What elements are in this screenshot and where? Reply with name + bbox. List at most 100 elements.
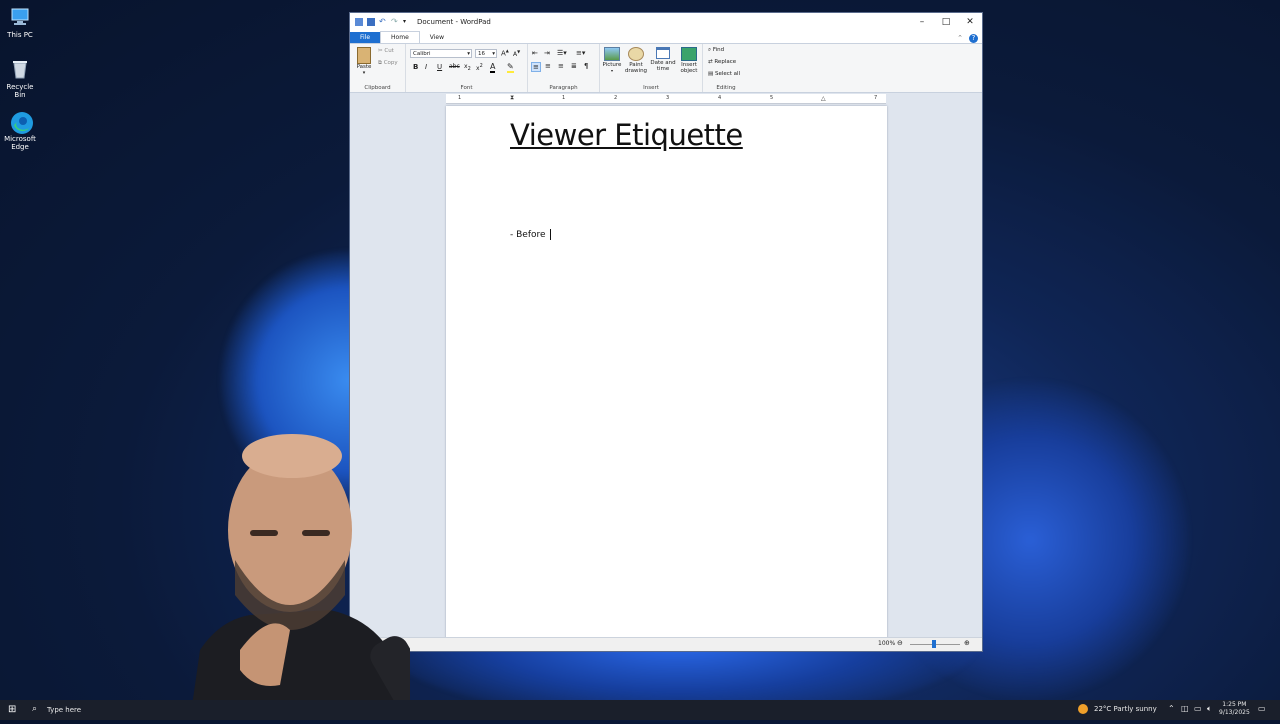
ruler-number: 7	[874, 95, 878, 101]
notification-icon[interactable]: ▭	[1258, 704, 1266, 713]
paint-drawing-button[interactable]: Paint drawing	[624, 47, 648, 74]
computer-icon	[9, 6, 31, 28]
align-left-button[interactable]: ≡	[531, 62, 541, 72]
collapse-ribbon-icon[interactable]: ⌃	[957, 34, 963, 43]
cut-button[interactable]: ✂ Cut	[378, 48, 394, 54]
right-indent-marker[interactable]: △	[821, 95, 826, 102]
shrink-font-button[interactable]: A▼	[513, 49, 520, 58]
replace-button[interactable]: ⇄ Replace	[708, 59, 736, 65]
select-all-button[interactable]: ▤ Select all	[708, 71, 740, 77]
ruler-number: 1	[458, 95, 462, 101]
title-bar: ↶ ↷ ▾ Document - WordPad – □ ✕	[350, 13, 982, 31]
binoculars-icon: ⌕	[708, 47, 712, 53]
desktop-icon-label: Microsoft Edge	[4, 135, 36, 151]
tab-view[interactable]: View	[420, 32, 454, 43]
subscript-button[interactable]: x2	[464, 63, 471, 72]
picture-button[interactable]: Picture ▾	[602, 47, 622, 73]
decrease-indent-button[interactable]: ⇤	[532, 49, 538, 57]
indent-marker[interactable]: ⧗	[510, 94, 514, 102]
close-button[interactable]: ✕	[958, 17, 982, 27]
align-right-button[interactable]: ≡	[558, 62, 564, 70]
tray-chevron-icon[interactable]: ⌃	[1168, 704, 1175, 713]
find-label: Find	[712, 47, 725, 53]
font-color-button[interactable]: A	[490, 62, 496, 73]
wordpad-app-icon	[355, 18, 363, 26]
clipboard-group: Paste ▾ ✂ Cut ⧉ Copy Clipboard	[350, 44, 406, 92]
zoom-in-button[interactable]: ⊕	[964, 639, 970, 647]
justify-button[interactable]: ≣	[571, 62, 577, 70]
bold-button[interactable]: B	[413, 63, 418, 71]
group-label: Insert	[643, 85, 659, 91]
desktop-icon-recycle-bin[interactable]: Recycle Bin	[2, 58, 38, 99]
redo-icon[interactable]: ↷	[391, 18, 399, 26]
paste-icon	[357, 47, 371, 64]
font-size-select[interactable]: 16 ▾	[475, 49, 497, 58]
font-family-select[interactable]: Calibri ▾	[410, 49, 472, 58]
calendar-icon	[656, 47, 670, 59]
ribbon-tabs: File Home View ⌃ ?	[350, 31, 982, 43]
date-time-button[interactable]: Date and time	[650, 47, 676, 72]
group-label: Editing	[716, 85, 736, 91]
desktop-icon-edge[interactable]: Microsoft Edge	[2, 110, 38, 151]
start-icon[interactable]: ⊞	[8, 704, 16, 715]
clock-time: 1:25 PM	[1222, 701, 1247, 708]
align-center-button[interactable]: ≡	[545, 62, 551, 70]
desktop-icon-label: Recycle Bin	[6, 83, 34, 99]
italic-button[interactable]: I	[425, 63, 427, 71]
underline-button[interactable]: U	[437, 63, 442, 71]
line-spacing-button[interactable]: ≡▾	[576, 49, 585, 57]
maximize-button[interactable]: □	[934, 17, 958, 27]
help-icon[interactable]: ?	[969, 34, 978, 43]
zoom-slider-thumb[interactable]	[932, 640, 936, 648]
window-title: Document - WordPad	[417, 18, 491, 26]
taskbar-search[interactable]: ⌕ Type here	[26, 702, 86, 718]
ruler[interactable]: 1 ⧗ 1 2 3 4 5 △ 7	[446, 94, 886, 104]
insert-object-button[interactable]: Insert object	[678, 47, 700, 74]
find-button[interactable]: ⌕ Find	[708, 47, 724, 54]
status-bar: 100% ⊖ ⊕	[350, 637, 982, 651]
cut-label: Cut	[384, 48, 394, 54]
desktop-icon-this-pc[interactable]: This PC	[2, 6, 38, 39]
clock-date: 9/13/2025	[1219, 709, 1250, 716]
edge-icon	[9, 110, 33, 134]
quick-access-toolbar: ↶ ↷ ▾	[350, 18, 411, 26]
date-time-label: Date and time	[650, 60, 676, 72]
display-icon[interactable]: ▭	[1194, 704, 1202, 713]
save-icon[interactable]	[367, 18, 375, 26]
bullets-button[interactable]: ☰▾	[557, 49, 567, 57]
wordpad-window: ↶ ↷ ▾ Document - WordPad – □ ✕ File Home…	[349, 12, 983, 652]
zoom-level: 100%	[878, 640, 896, 647]
zoom-out-button[interactable]: ⊖	[897, 639, 903, 647]
undo-icon[interactable]: ↶	[379, 18, 387, 26]
minimize-button[interactable]: –	[910, 17, 934, 27]
select-all-label: Select all	[714, 71, 741, 77]
superscript-button[interactable]: x2	[476, 63, 483, 72]
document-text-line: - Before	[510, 229, 552, 240]
tab-file[interactable]: File	[350, 32, 381, 43]
weather-icon[interactable]	[1078, 704, 1088, 714]
document-page[interactable]: Viewer Etiquette - Before	[446, 106, 887, 638]
clock[interactable]: 1:25 PM 9/13/2025	[1219, 701, 1250, 717]
ruler-number: 1	[562, 95, 566, 101]
document-area: 1 ⧗ 1 2 3 4 5 △ 7 Viewer Etiquette - Bef…	[350, 93, 982, 638]
weather-text[interactable]: 22°C Partly sunny	[1094, 705, 1157, 713]
taskbar: ⊞ ⌕ Type here 22°C Partly sunny ⌃ ◫ ▭ 🔈︎…	[0, 700, 1280, 720]
insert-group: Picture ▾ Paint drawing Date and time In…	[600, 44, 703, 92]
paint-drawing-icon	[628, 47, 644, 61]
webcam-overlay	[180, 420, 440, 724]
paste-button[interactable]: Paste ▾	[356, 47, 372, 76]
document-title: Viewer Etiquette	[510, 118, 743, 152]
tab-home[interactable]: Home	[380, 31, 420, 43]
customize-qat-icon[interactable]: ▾	[403, 18, 411, 26]
grow-font-button[interactable]: A▲	[501, 48, 509, 57]
volume-icon[interactable]: 🔈︎	[1207, 704, 1212, 714]
replace-icon: ⇄	[708, 59, 713, 65]
desktop-icon-label: This PC	[7, 31, 33, 39]
font-group: Calibri ▾ 16 ▾ A▲ A▼ B I U abc x2 x2 A ✎ F…	[406, 44, 528, 92]
strikethrough-button[interactable]: abc	[449, 63, 460, 70]
network-icon[interactable]: ◫	[1181, 704, 1189, 713]
highlight-color-button[interactable]: ✎	[507, 62, 514, 73]
paragraph-settings-button[interactable]: ¶	[584, 62, 588, 70]
increase-indent-button[interactable]: ⇥	[544, 49, 550, 57]
copy-button[interactable]: ⧉ Copy	[378, 60, 398, 67]
